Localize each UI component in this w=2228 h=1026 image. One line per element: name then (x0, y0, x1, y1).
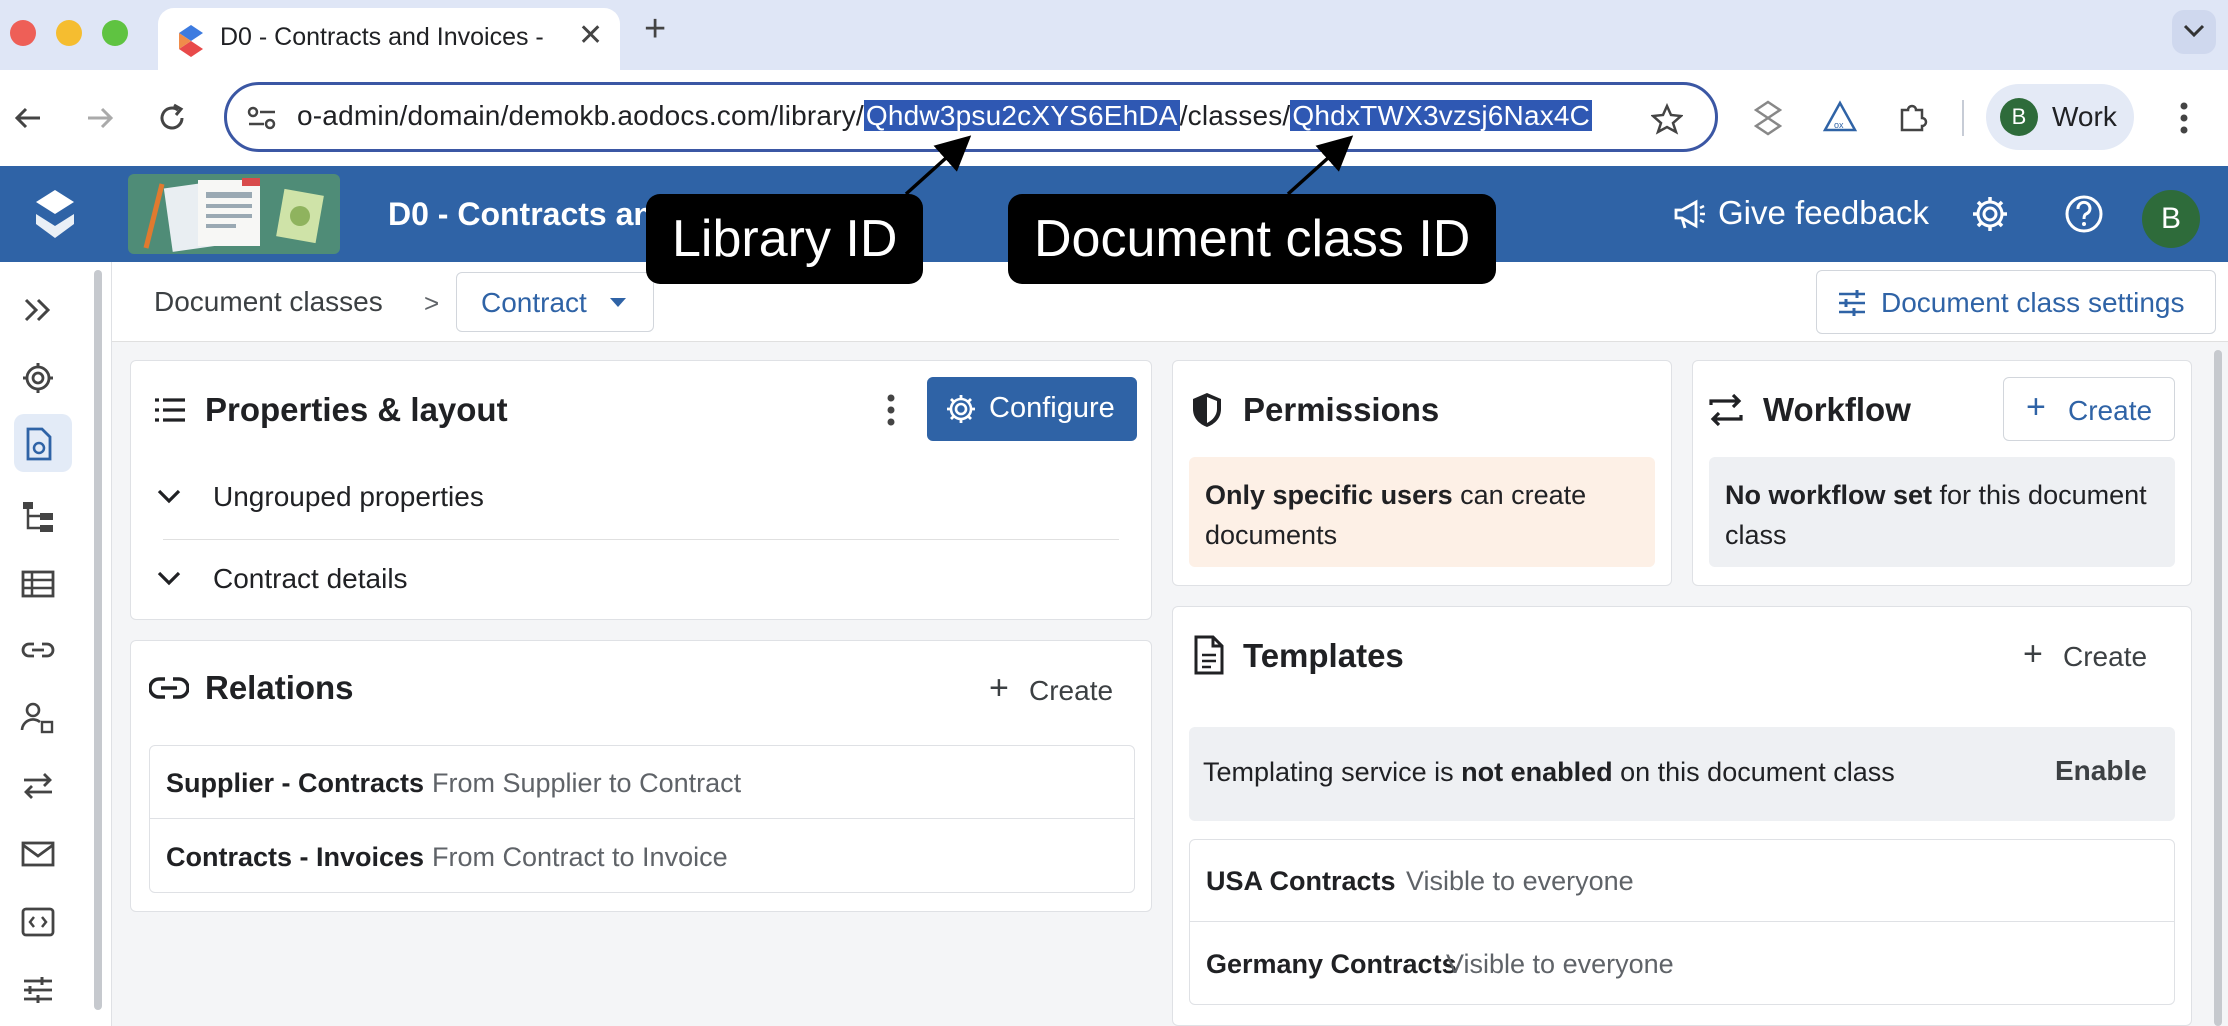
library-id-arrow (904, 135, 972, 196)
relation-description: From Supplier to Contract (432, 768, 742, 798)
property-group-contract-details[interactable]: Contract details (153, 557, 1113, 607)
property-group-label: Contract details (213, 563, 408, 594)
main-scrollbar[interactable] (2214, 350, 2222, 1026)
configure-button[interactable]: Configure (927, 377, 1137, 441)
workflow-icon[interactable] (20, 768, 56, 804)
permissions-title: Permissions (1243, 391, 1440, 428)
library-settings-gear-icon[interactable] (20, 360, 56, 396)
relations-create-button[interactable]: + Create (979, 663, 1129, 717)
template-row[interactable]: USA Contracts Visible to everyone (1190, 840, 2174, 922)
permissions-bold-text: Only specific users (1205, 480, 1453, 510)
email-icon[interactable] (20, 836, 56, 872)
class-id-arrow (1286, 135, 1354, 196)
template-visibility: Visible to everyone (1406, 866, 1634, 896)
workflow-notice: No workflow set for this document class (1709, 457, 2175, 567)
templating-service-pre: Templating service is (1203, 757, 1462, 787)
templating-service-text: Templating service is not enabled on thi… (1203, 757, 1895, 788)
relations-title: Relations (205, 669, 354, 706)
templating-service-bold: not enabled (1461, 757, 1613, 787)
configure-gear-icon (947, 395, 975, 423)
user-roles-icon[interactable] (20, 700, 56, 736)
templates-title: Templates (1243, 637, 1404, 674)
templating-service-post: on this document class (1612, 757, 1895, 787)
relation-row[interactable]: Contracts - Invoices From Contract to In… (150, 820, 1134, 892)
plus-icon: + (2026, 388, 2046, 426)
properties-layout-title: Properties & layout (205, 391, 508, 428)
relations-list: Supplier - Contracts From Supplier to Co… (149, 745, 1135, 893)
divider (163, 539, 1119, 540)
configure-label: Configure (989, 392, 1115, 424)
workflow-create-button[interactable]: + Create (2003, 377, 2175, 441)
permissions-text: Only specific users can create documents (1205, 475, 1645, 555)
rail-scrollbar[interactable] (94, 270, 102, 1010)
workflow-card: Workflow + Create No workflow set for th… (1692, 360, 2192, 586)
hierarchy-icon[interactable] (20, 498, 56, 534)
property-group-label: Ungrouped properties (213, 481, 484, 512)
chevron-down-icon (157, 571, 181, 586)
property-group-ungrouped[interactable]: Ungrouped properties (153, 475, 1113, 525)
workflow-text: No workflow set for this document class (1725, 475, 2165, 555)
plus-icon: + (2023, 635, 2043, 673)
relations-card: Relations + Create Supplier - Contracts … (130, 640, 1152, 912)
templates-create-button[interactable]: + Create (2013, 629, 2163, 683)
templating-service-notice: Templating service is not enabled on thi… (1189, 727, 2175, 821)
library-id-callout: Library ID (646, 194, 924, 284)
properties-layout-card: Properties & layout Configure Ungrouped … (130, 360, 1152, 620)
document-class-id-callout: Document class ID (1008, 194, 1497, 284)
relation-row[interactable]: Supplier - Contracts From Supplier to Co… (150, 746, 1134, 819)
relations-link-icon[interactable] (20, 632, 56, 668)
relations-create-label: Create (1029, 675, 1114, 706)
plus-icon: + (989, 669, 1009, 707)
relation-name: Supplier - Contracts (166, 768, 425, 798)
workflow-title: Workflow (1763, 391, 1911, 428)
relation-name: Contracts - Invoices (166, 842, 425, 872)
permissions-card: Permissions Only specific users can crea… (1172, 360, 1672, 586)
views-table-icon[interactable] (20, 566, 56, 602)
templates-list: USA Contracts Visible to everyone German… (1189, 839, 2175, 1005)
workflow-create-label: Create (2068, 395, 2153, 426)
templates-create-label: Create (2063, 641, 2148, 672)
relation-description: From Contract to Invoice (432, 842, 728, 872)
enable-templating-button[interactable]: Enable (2055, 755, 2147, 787)
link-icon (149, 677, 189, 699)
permissions-notice: Only specific users can create documents (1189, 457, 1655, 567)
workflow-arrows-icon (1709, 393, 1743, 427)
template-visibility: Visible to everyone (1446, 949, 1674, 979)
workflow-bold-text: No workflow set (1725, 480, 1933, 510)
document-class-icon[interactable] (20, 426, 56, 462)
advanced-settings-sliders-icon[interactable] (20, 972, 56, 1008)
template-name: Germany Contracts (1206, 949, 1457, 979)
shield-icon (1193, 393, 1221, 427)
list-icon (155, 398, 185, 422)
more-options-icon[interactable] (885, 393, 897, 427)
document-icon (1194, 635, 1224, 675)
templates-card: Templates + Create Templating service is… (1172, 606, 2192, 1026)
chevron-down-icon (157, 489, 181, 504)
template-row[interactable]: Germany Contracts Visible to everyone (1190, 923, 2174, 1005)
template-name: USA Contracts (1206, 866, 1396, 896)
scripts-code-icon[interactable] (20, 904, 56, 940)
